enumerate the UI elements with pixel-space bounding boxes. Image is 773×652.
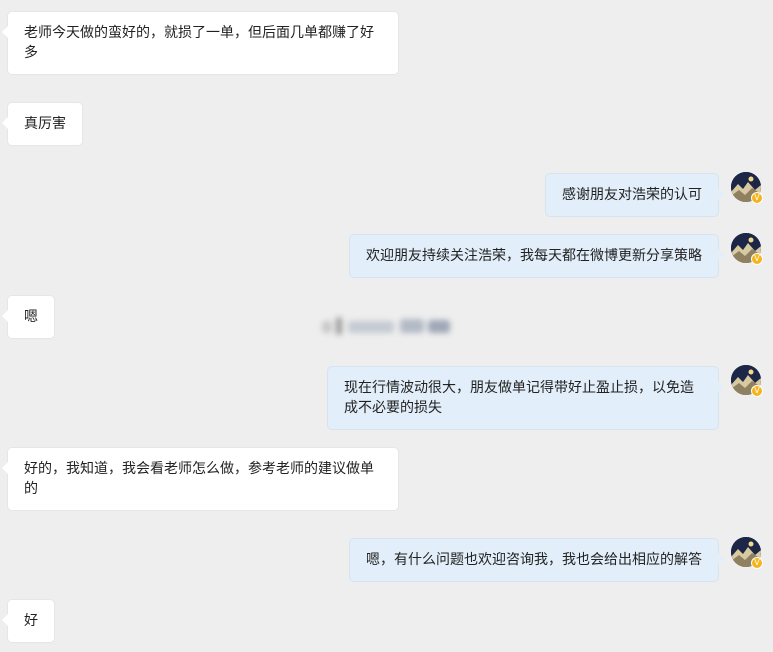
sender-avatar[interactable]: V <box>731 365 763 397</box>
message-text: 嗯 <box>24 309 38 325</box>
message-text: 现在行情波动很大，朋友做单记得带好止盈止损，以免造成不必要的损失 <box>344 380 694 416</box>
message-text: 欢迎朋友持续关注浩荣，我每天都在微博更新分享策略 <box>366 248 702 264</box>
message-text: 好 <box>24 613 38 629</box>
message-text: 感谢朋友对浩荣的认可 <box>562 187 702 203</box>
incoming-message[interactable]: 嗯 <box>2 296 54 338</box>
redacted-name <box>322 315 452 337</box>
sender-avatar[interactable]: V <box>731 172 763 204</box>
verified-v-icon: V <box>751 385 763 397</box>
outgoing-message[interactable]: 欢迎朋友持续关注浩荣，我每天都在微博更新分享策略 <box>350 235 724 277</box>
sender-avatar[interactable]: V <box>731 537 763 569</box>
verified-v-icon: V <box>751 557 763 569</box>
verified-v-icon: V <box>751 192 763 204</box>
outgoing-message[interactable]: 感谢朋友对浩荣的认可 <box>546 174 724 216</box>
verified-v-icon: V <box>751 253 763 265</box>
message-text: 好的，我知道，我会看老师怎么做，参考老师的建议做单的 <box>24 461 374 497</box>
chat-window: 老师今天做的蛮好的，就损了一单，但后面几单都赚了好多 真厉害 感谢朋友对浩荣的认… <box>0 0 773 652</box>
incoming-message[interactable]: 老师今天做的蛮好的，就损了一单，但后面几单都赚了好多 <box>2 12 398 74</box>
incoming-message[interactable]: 真厉害 <box>2 103 82 145</box>
message-text: 嗯，有什么问题也欢迎咨询我，我也会给出相应的解答 <box>366 552 702 568</box>
outgoing-message[interactable]: 嗯，有什么问题也欢迎咨询我，我也会给出相应的解答 <box>350 539 724 581</box>
outgoing-message[interactable]: 现在行情波动很大，朋友做单记得带好止盈止损，以免造成不必要的损失 <box>328 367 724 429</box>
sender-avatar[interactable]: V <box>731 233 763 265</box>
message-text: 真厉害 <box>24 116 66 132</box>
message-text: 老师今天做的蛮好的，就损了一单，但后面几单都赚了好多 <box>24 25 374 61</box>
incoming-message[interactable]: 好的，我知道，我会看老师怎么做，参考老师的建议做单的 <box>2 448 398 510</box>
incoming-message[interactable]: 好 <box>2 600 54 642</box>
